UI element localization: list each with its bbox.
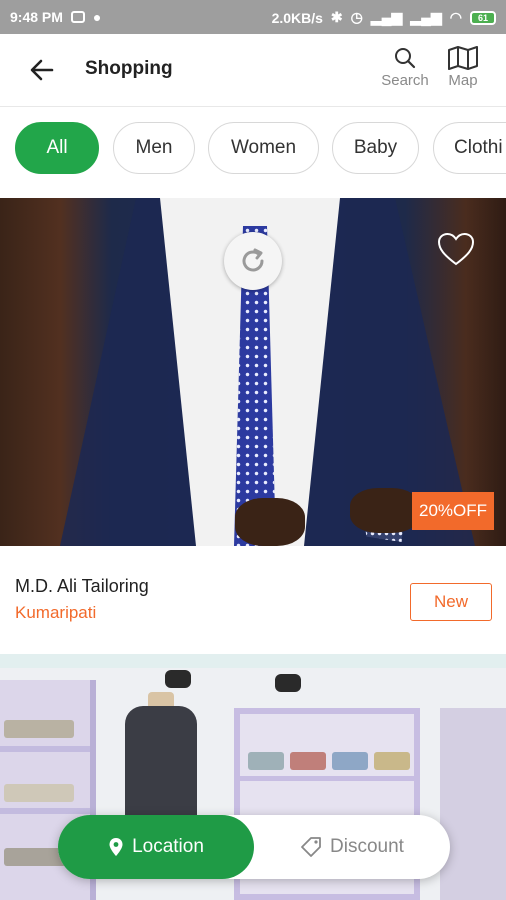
bottom-toggle: Location Discount — [58, 815, 450, 879]
search-label: Search — [381, 72, 429, 89]
chip-clothing[interactable]: Clothi — [433, 122, 506, 174]
category-filter-bar: All Men Women Baby Clothi — [0, 108, 506, 196]
app-bar: Shopping Search Map — [0, 34, 506, 107]
bluetooth-icon: ✱ — [330, 9, 343, 25]
status-bar: 9:48 PM ● 2.0KB/s ✱ ◷ ▂▄▆ ▂▄▆ ◠ 61 — [0, 0, 506, 34]
wifi-icon: ◠ — [449, 9, 462, 25]
chip-women[interactable]: Women — [208, 122, 319, 174]
map-icon — [448, 46, 478, 70]
location-button[interactable]: Location — [58, 815, 254, 879]
map-label: Map — [448, 72, 478, 89]
chip-men[interactable]: Men — [113, 122, 195, 174]
discount-badge: 20%OFF — [412, 492, 494, 530]
screenshot-icon — [70, 11, 85, 23]
chip-baby[interactable]: Baby — [332, 122, 419, 174]
tag-icon — [301, 837, 321, 857]
card-divider — [0, 654, 506, 668]
listing-card-info[interactable]: M.D. Ali Tailoring Kumaripati New — [0, 546, 506, 654]
shop-location: Kumaripati — [15, 603, 97, 622]
new-tag-button[interactable]: New — [410, 583, 492, 621]
location-label: Location — [132, 836, 204, 857]
map-button[interactable]: Map — [435, 46, 491, 89]
refresh-icon — [242, 248, 264, 272]
location-pin-icon — [109, 838, 123, 856]
search-icon — [395, 48, 416, 69]
back-arrow-icon[interactable] — [26, 54, 58, 86]
shop-name: M.D. Ali Tailoring — [15, 576, 149, 596]
discount-label: Discount — [330, 836, 404, 857]
discount-button[interactable]: Discount — [254, 815, 450, 879]
signal-icon: ▂▄▆ — [370, 9, 403, 25]
search-button[interactable]: Search — [377, 46, 433, 89]
chip-all[interactable]: All — [15, 122, 99, 174]
notification-icon: ● — [92, 9, 102, 25]
network-speed: 2.0KB/s — [271, 9, 323, 26]
signal-icon-2: ▂▄▆ — [410, 9, 442, 25]
alarm-icon: ◷ — [350, 9, 363, 25]
page-title: Shopping — [85, 58, 173, 79]
favorite-heart-icon[interactable] — [436, 230, 476, 270]
battery-icon: 61 — [470, 10, 496, 25]
status-time: 9:48 PM — [10, 9, 63, 25]
reload-button[interactable] — [224, 232, 282, 290]
